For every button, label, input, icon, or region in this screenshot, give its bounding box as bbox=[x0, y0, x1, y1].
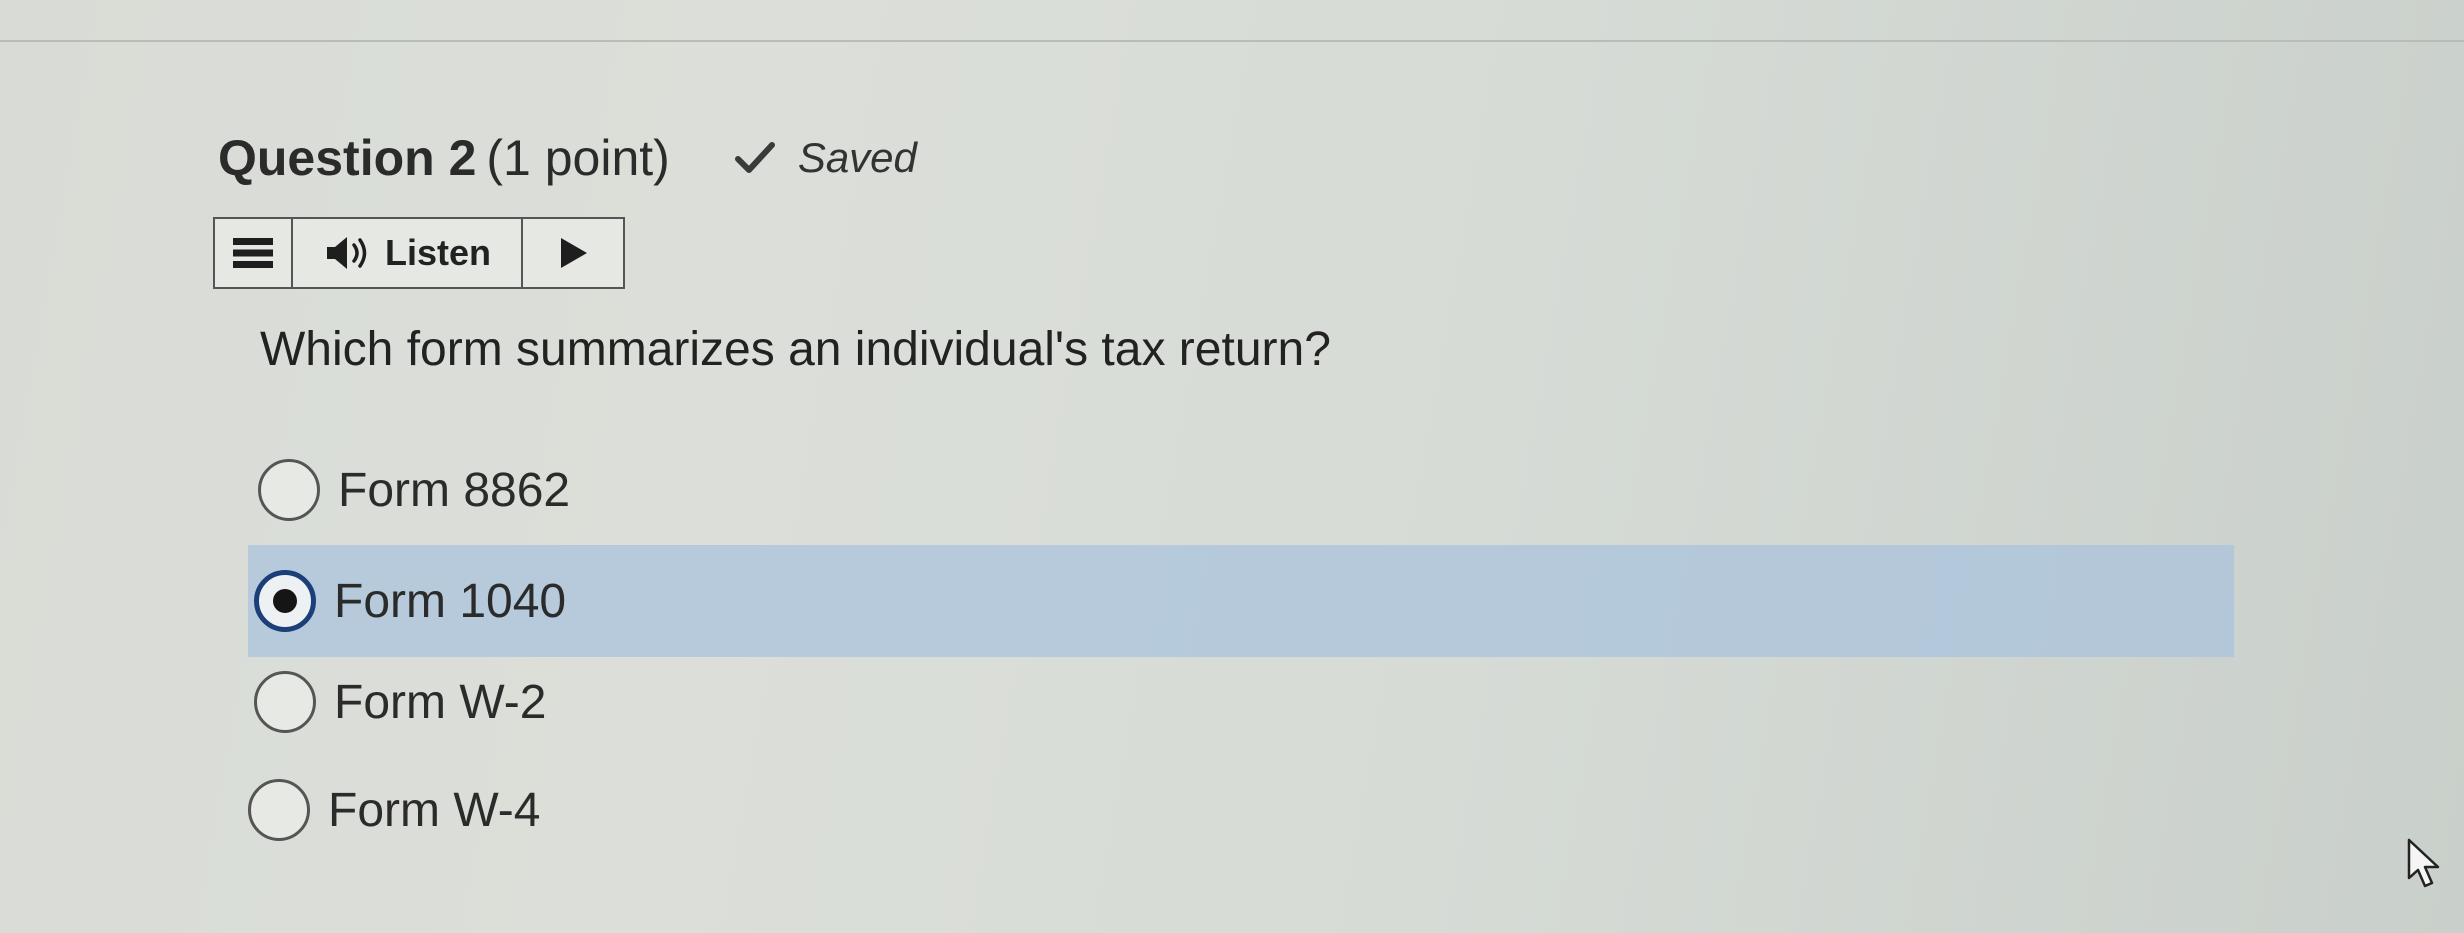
option-label: Form 1040 bbox=[334, 574, 567, 628]
pointer-cursor-icon bbox=[2407, 838, 2440, 888]
option-form-8862[interactable]: Form 8862 bbox=[258, 440, 678, 540]
radio-button[interactable] bbox=[254, 671, 316, 733]
option-form-w4[interactable]: Form W-4 bbox=[248, 760, 668, 860]
option-label: Form 8862 bbox=[338, 463, 571, 517]
radio-button-selected[interactable] bbox=[254, 570, 316, 632]
option-form-w2[interactable]: Form W-2 bbox=[254, 652, 674, 752]
option-label: Form W-2 bbox=[334, 675, 547, 729]
answer-options: Form 8862 Form 1040 Form W-2 Form W-4 bbox=[0, 0, 2464, 933]
radio-button[interactable] bbox=[248, 779, 310, 841]
option-label: Form W-4 bbox=[328, 783, 541, 837]
option-form-1040[interactable]: Form 1040 bbox=[248, 545, 2234, 657]
radio-button[interactable] bbox=[258, 459, 320, 521]
